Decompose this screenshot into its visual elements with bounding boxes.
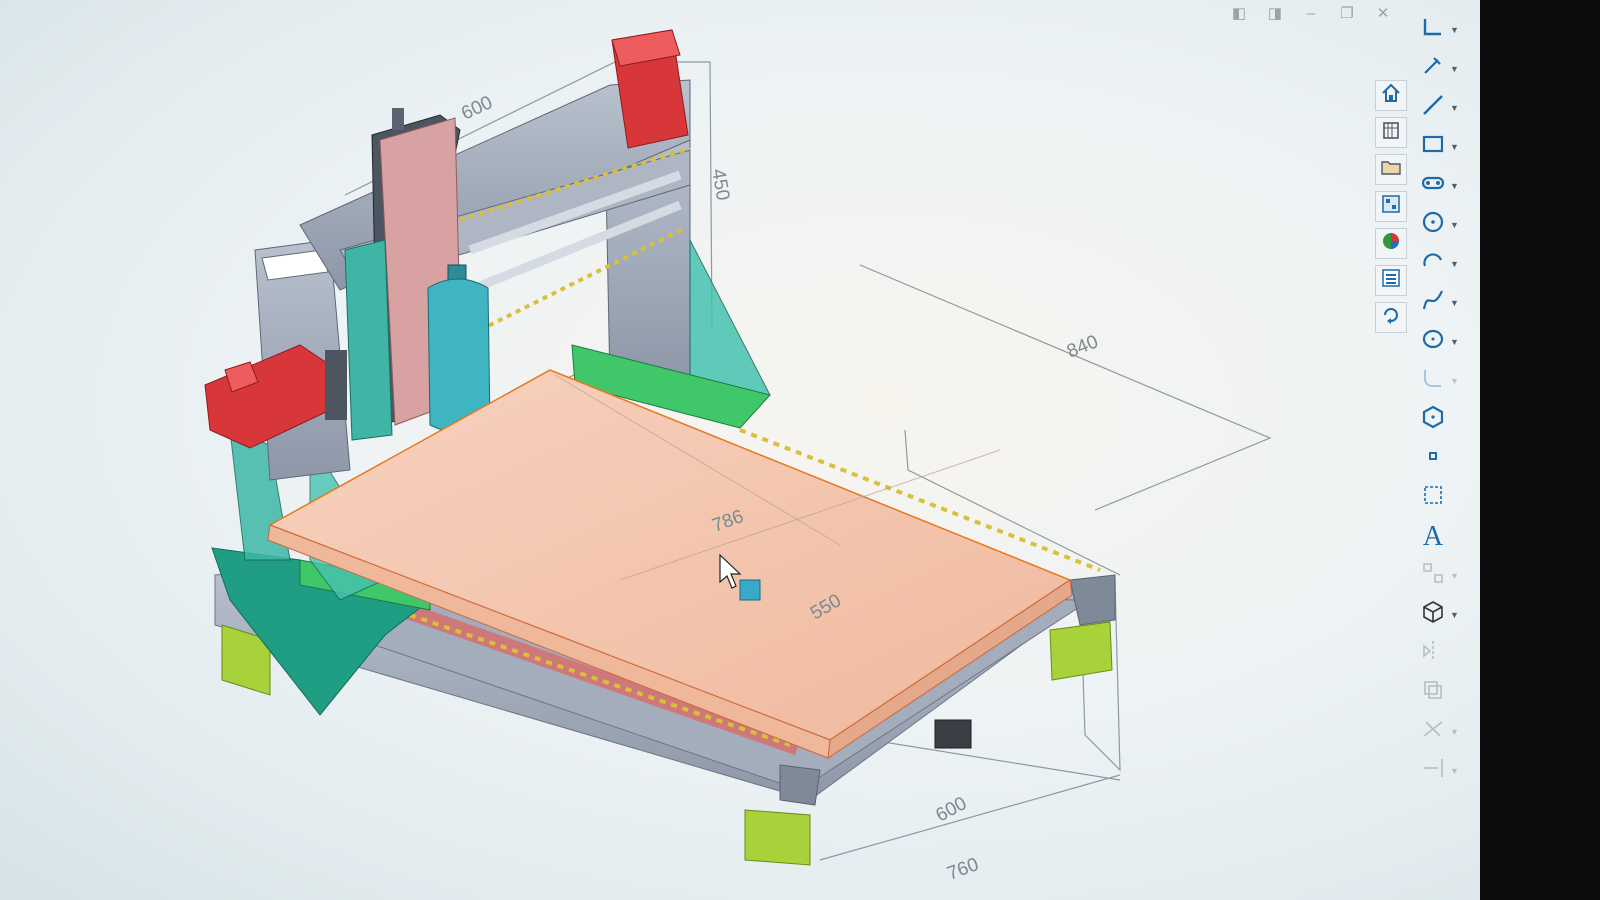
view-cube-tool-button[interactable]: ▼ (1416, 599, 1476, 630)
folder-icon (1380, 156, 1402, 183)
sketch-toolbar: ▼ ▼ ▼ ▼ ▼ ▼ ▼ ▼ ▼ ▼ A ▼ ▼ ▼ ▼ (1416, 14, 1476, 786)
task-pane-rebuild-button[interactable] (1375, 302, 1407, 333)
dim-frame-width: 600 (932, 793, 970, 826)
rectangle-icon (1420, 131, 1446, 162)
chevron-down-icon[interactable]: ▼ (1450, 337, 1459, 347)
chevron-down-icon[interactable]: ▼ (1450, 571, 1459, 581)
restore-button[interactable]: ❐ (1336, 3, 1358, 23)
home-icon (1380, 82, 1402, 109)
chevron-down-icon[interactable]: ▼ (1450, 142, 1459, 152)
sketch-edit-icon (1420, 53, 1446, 84)
smart-line-tool-button[interactable]: ▼ (1416, 14, 1476, 45)
chevron-down-icon[interactable]: ▼ (1450, 103, 1459, 113)
spline-icon (1420, 287, 1446, 318)
line-icon (1420, 92, 1446, 123)
dim-frame-length: 760 (945, 854, 982, 885)
construction-geometry-icon (1420, 482, 1446, 513)
pattern-tool-button[interactable]: ▼ (1416, 560, 1476, 591)
sketch-edit-tool-button[interactable]: ▼ (1416, 53, 1476, 84)
point-tool-button[interactable] (1416, 443, 1476, 474)
smart-line-icon (1420, 14, 1446, 45)
task-pane-home-button[interactable] (1375, 80, 1407, 111)
dim-gantry-width: 600 (458, 92, 496, 124)
slot-tool-button[interactable]: ▼ (1416, 170, 1476, 201)
parts-library-icon (1380, 119, 1402, 146)
rebuild-icon (1380, 304, 1402, 331)
slot-icon (1420, 170, 1446, 201)
view-cube-icon (1420, 599, 1446, 630)
chevron-down-icon[interactable]: ▼ (1450, 766, 1459, 776)
rectangle-tool-button[interactable]: ▼ (1416, 131, 1476, 162)
text-tool-button[interactable]: A (1416, 521, 1476, 552)
fillet-tool-button[interactable]: ▼ (1416, 365, 1476, 396)
minimize-button[interactable]: – (1300, 3, 1322, 23)
window-controls: ◧ ◨ – ❐ ✕ (1228, 0, 1394, 26)
close-icon: ✕ (1376, 5, 1390, 22)
trim-tool-button[interactable]: ▼ (1416, 716, 1476, 747)
properties-list-icon (1380, 267, 1402, 294)
assembly-tree-icon (1380, 193, 1402, 220)
polygon-icon (1420, 404, 1446, 435)
mirror-icon (1420, 638, 1446, 669)
line-tool-button[interactable]: ▼ (1416, 92, 1476, 123)
chevron-down-icon[interactable]: ▼ (1450, 64, 1459, 74)
point-icon (1420, 443, 1446, 474)
task-pane (1375, 80, 1409, 333)
task-pane-tree-button[interactable] (1375, 191, 1407, 222)
pane-right-icon: ◨ (1267, 5, 1283, 22)
text-icon: A (1422, 520, 1444, 552)
pane-left-button[interactable]: ◧ (1228, 3, 1250, 23)
spline-tool-button[interactable]: ▼ (1416, 287, 1476, 318)
offset-tool-button[interactable] (1416, 677, 1476, 708)
task-pane-appearance-button[interactable] (1375, 228, 1407, 259)
extend-icon (1420, 755, 1446, 786)
arc-tool-button[interactable]: ▼ (1416, 248, 1476, 279)
appearance-icon (1380, 230, 1402, 257)
3d-viewport[interactable]: 600 450 840 786 550 600 760 (0, 0, 1480, 900)
pane-left-icon: ◧ (1231, 5, 1247, 22)
extend-tool-button[interactable]: ▼ (1416, 755, 1476, 786)
chevron-down-icon[interactable]: ▼ (1450, 220, 1459, 230)
pane-right-button[interactable]: ◨ (1264, 3, 1286, 23)
task-pane-properties-button[interactable] (1375, 265, 1407, 296)
trim-icon (1420, 716, 1446, 747)
mirror-tool-button[interactable] (1416, 638, 1476, 669)
restore-icon: ❐ (1340, 5, 1354, 22)
circle-icon (1420, 209, 1446, 240)
task-pane-parts-button[interactable] (1375, 117, 1407, 148)
circle-tool-button[interactable]: ▼ (1416, 209, 1476, 240)
minimize-icon: – (1306, 4, 1316, 22)
offset-icon (1420, 677, 1446, 708)
chevron-down-icon[interactable]: ▼ (1450, 610, 1459, 620)
dim-travel-length: 840 (1064, 331, 1101, 362)
arc-icon (1420, 248, 1446, 279)
chevron-down-icon[interactable]: ▼ (1450, 259, 1459, 269)
construction-tool-button[interactable] (1416, 482, 1476, 513)
chevron-down-icon[interactable]: ▼ (1450, 727, 1459, 737)
close-button[interactable]: ✕ (1372, 3, 1394, 23)
fillet-icon (1420, 365, 1446, 396)
task-pane-open-button[interactable] (1375, 154, 1407, 185)
chevron-down-icon[interactable]: ▼ (1450, 298, 1459, 308)
ellipse-tool-button[interactable]: ▼ (1416, 326, 1476, 357)
chevron-down-icon[interactable]: ▼ (1450, 181, 1459, 191)
polygon-tool-button[interactable] (1416, 404, 1476, 435)
chevron-down-icon[interactable]: ▼ (1450, 376, 1459, 386)
cad-screen: 600 450 840 786 550 600 760 ◧ ◨ – ❐ ✕ ▼ ▼ ▼ ▼ ▼ ▼… (0, 0, 1480, 900)
chevron-down-icon[interactable]: ▼ (1450, 25, 1459, 35)
ellipse-icon (1420, 326, 1446, 357)
pattern-icon (1420, 560, 1446, 591)
